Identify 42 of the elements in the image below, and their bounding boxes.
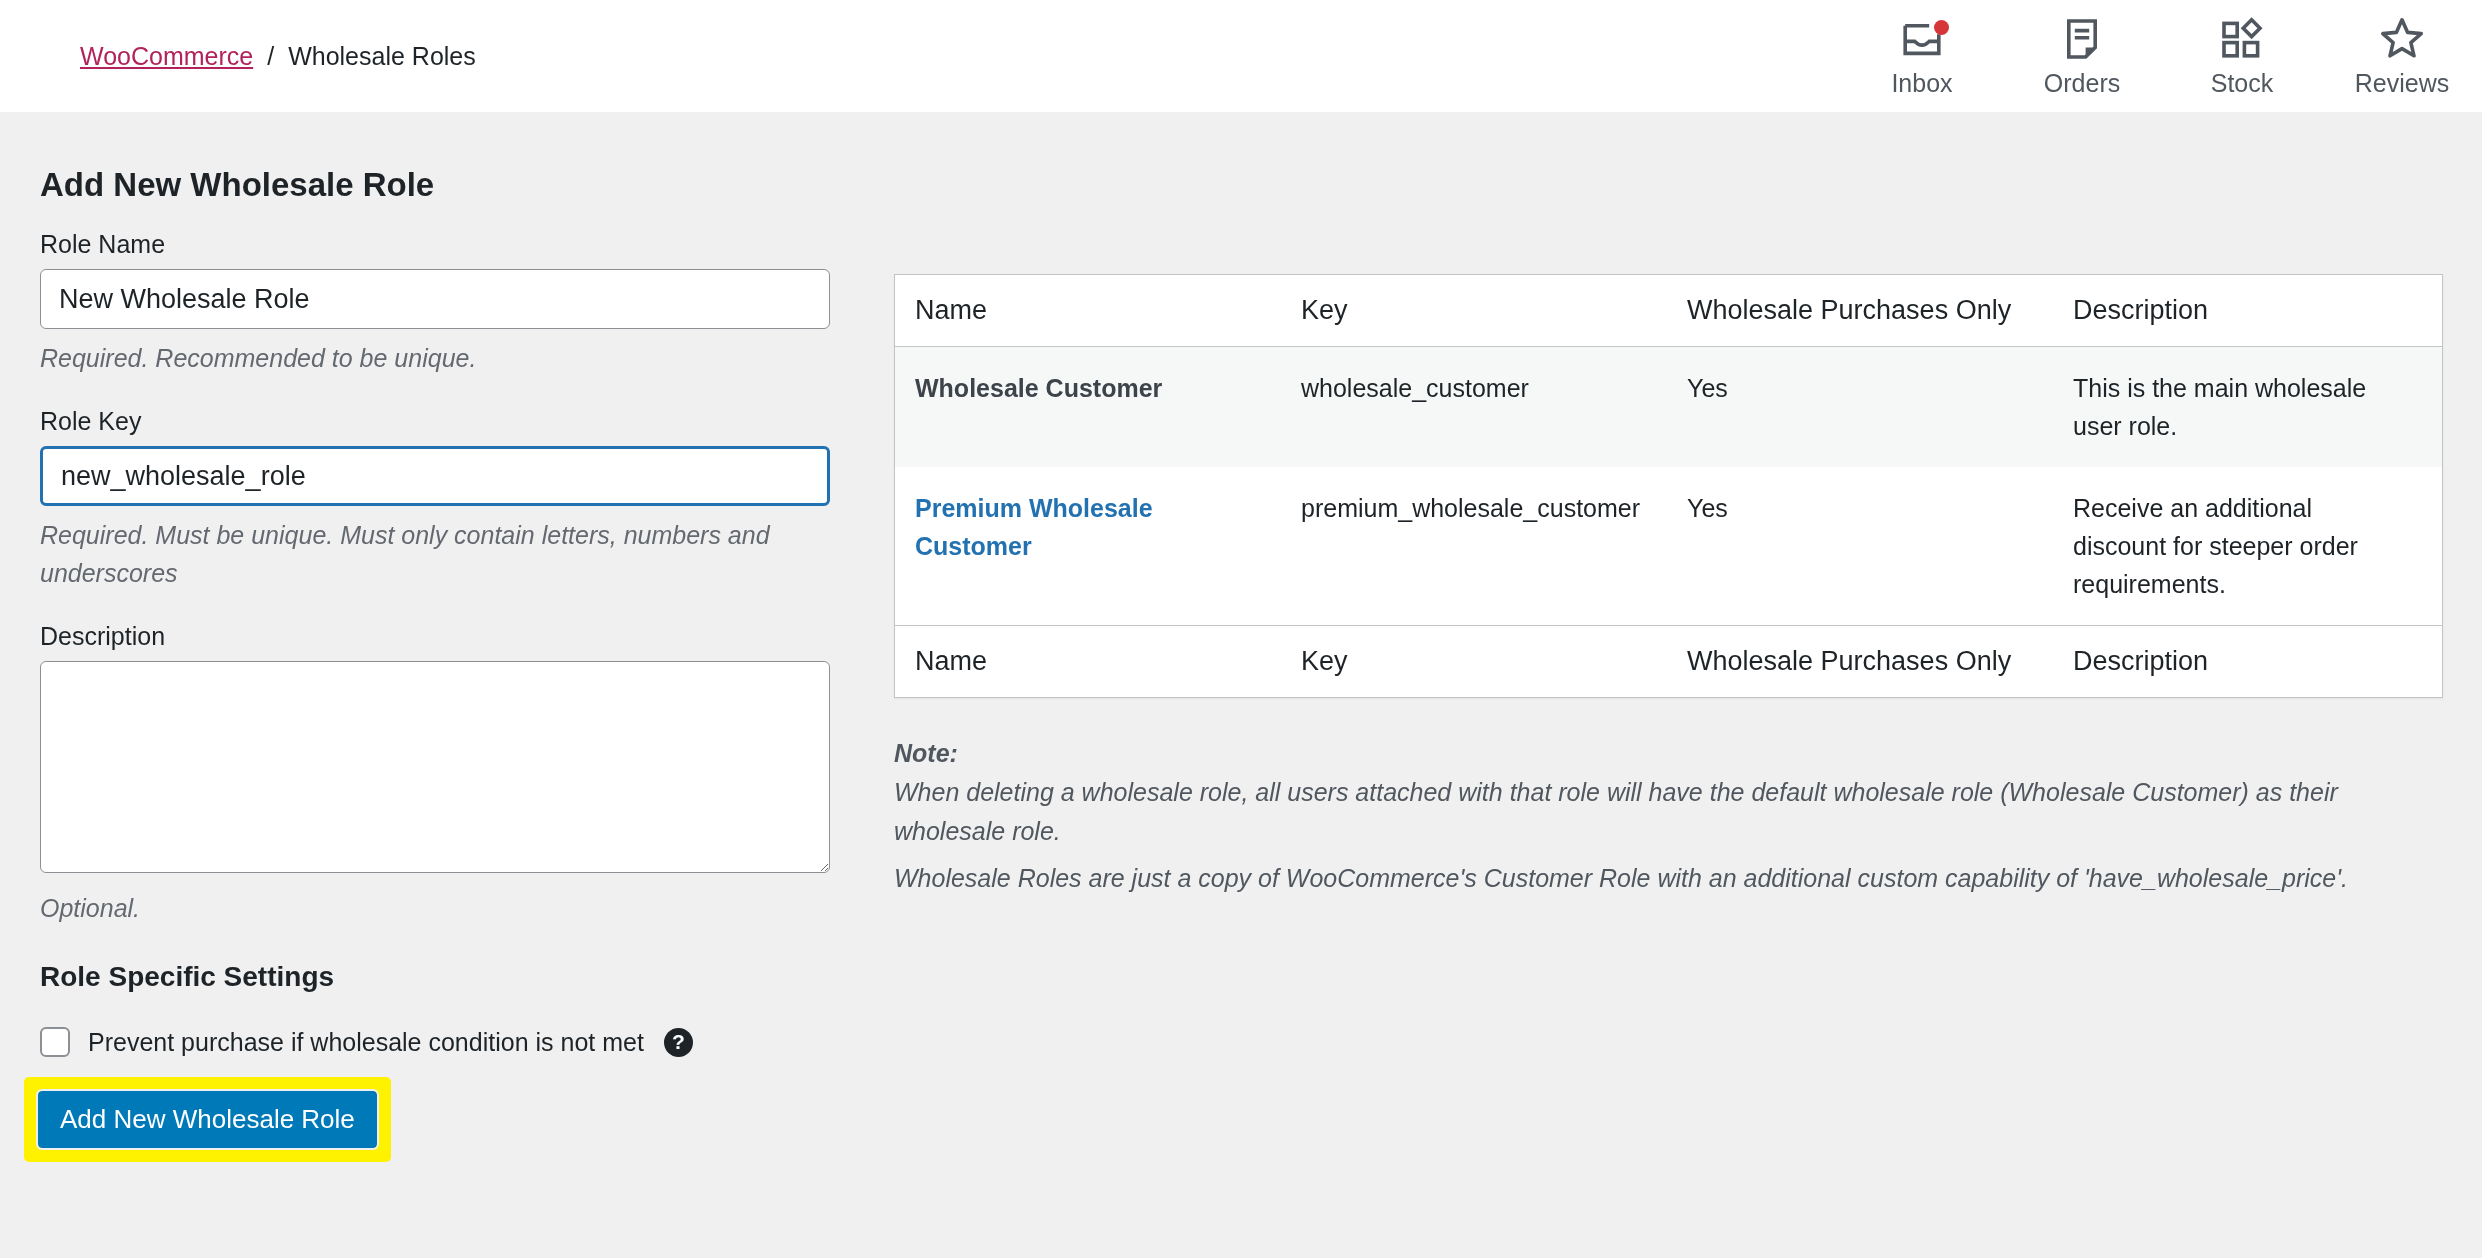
table-cell-text: Yes	[1687, 493, 1729, 524]
field-hint: Optional.	[40, 893, 142, 924]
header-action[interactable]: Inbox	[1842, 0, 2002, 112]
section-heading: Role Specific Settings	[40, 961, 336, 993]
breadcrumb-current: Wholesale Roles	[288, 41, 476, 71]
column-header: Wholesale Purchases Only	[1687, 295, 2013, 326]
breadcrumb-link[interactable]: WooCommerce	[80, 41, 254, 71]
notification-dot	[1934, 20, 1949, 35]
column-header: Key	[1301, 295, 1349, 326]
header-action[interactable]: Orders	[2002, 0, 2162, 112]
header-action[interactable]: Stock	[2162, 0, 2322, 112]
note-text: Wholesale Roles are just a copy of WooCommerce's Customer Role with an additional custom capability of 'have_wholesale_price'.	[894, 863, 2349, 894]
table-cell-text: premium_wholesale_customer	[1301, 493, 1642, 524]
role-name-link[interactable]: Premium Wholesale Customer	[915, 489, 1301, 603]
table-cell-text: Yes	[1687, 373, 1729, 404]
column-footer: Name	[915, 646, 1301, 677]
form-title: Add New Wholesale Role	[40, 166, 436, 204]
note-text: When deleting a wholesale role, all users attached with that role will have the default wholesale role (Wholesale Customer) as their wholesale role.	[894, 777, 2340, 847]
column-footer: Key	[1301, 646, 1687, 677]
header-action[interactable]: Reviews	[2322, 0, 2482, 112]
description-field[interactable]	[40, 661, 830, 873]
field-hint: Required. Recommended to be unique.	[40, 343, 478, 374]
field-label: Description	[40, 622, 167, 651]
column-footer: Description	[2073, 646, 2422, 677]
checkbox[interactable]	[40, 1027, 70, 1057]
role-name: Wholesale Customer	[915, 373, 1164, 404]
table-cell-text: wholesale_customer	[1301, 373, 1530, 404]
column-footer: Wholesale Purchases Only	[1687, 646, 2073, 677]
text-field[interactable]: new_wholesale_role	[40, 446, 830, 506]
submit-button[interactable]: Add New Wholesale Role	[38, 1091, 377, 1148]
field-label: Role Key	[40, 407, 143, 436]
breadcrumb-separator: /	[267, 41, 275, 71]
help-icon[interactable]: ?	[663, 1027, 693, 1057]
table-cell-text: This is the main wholesale user role.	[2073, 373, 2368, 442]
field-hint: Required. Must be unique. Must only contain letters, numbers and underscores	[40, 520, 772, 589]
note-title: Note:	[894, 738, 959, 769]
column-header: Description	[2073, 295, 2210, 326]
field-label: Role Name	[40, 230, 167, 259]
column-header: Name	[915, 295, 989, 326]
table-cell-text: Receive an additional discount for steeper order requirements.	[2073, 493, 2359, 600]
text-field[interactable]: New Wholesale Role	[40, 269, 830, 329]
checkbox-label: Prevent purchase if wholesale condition is not met	[88, 1027, 644, 1057]
